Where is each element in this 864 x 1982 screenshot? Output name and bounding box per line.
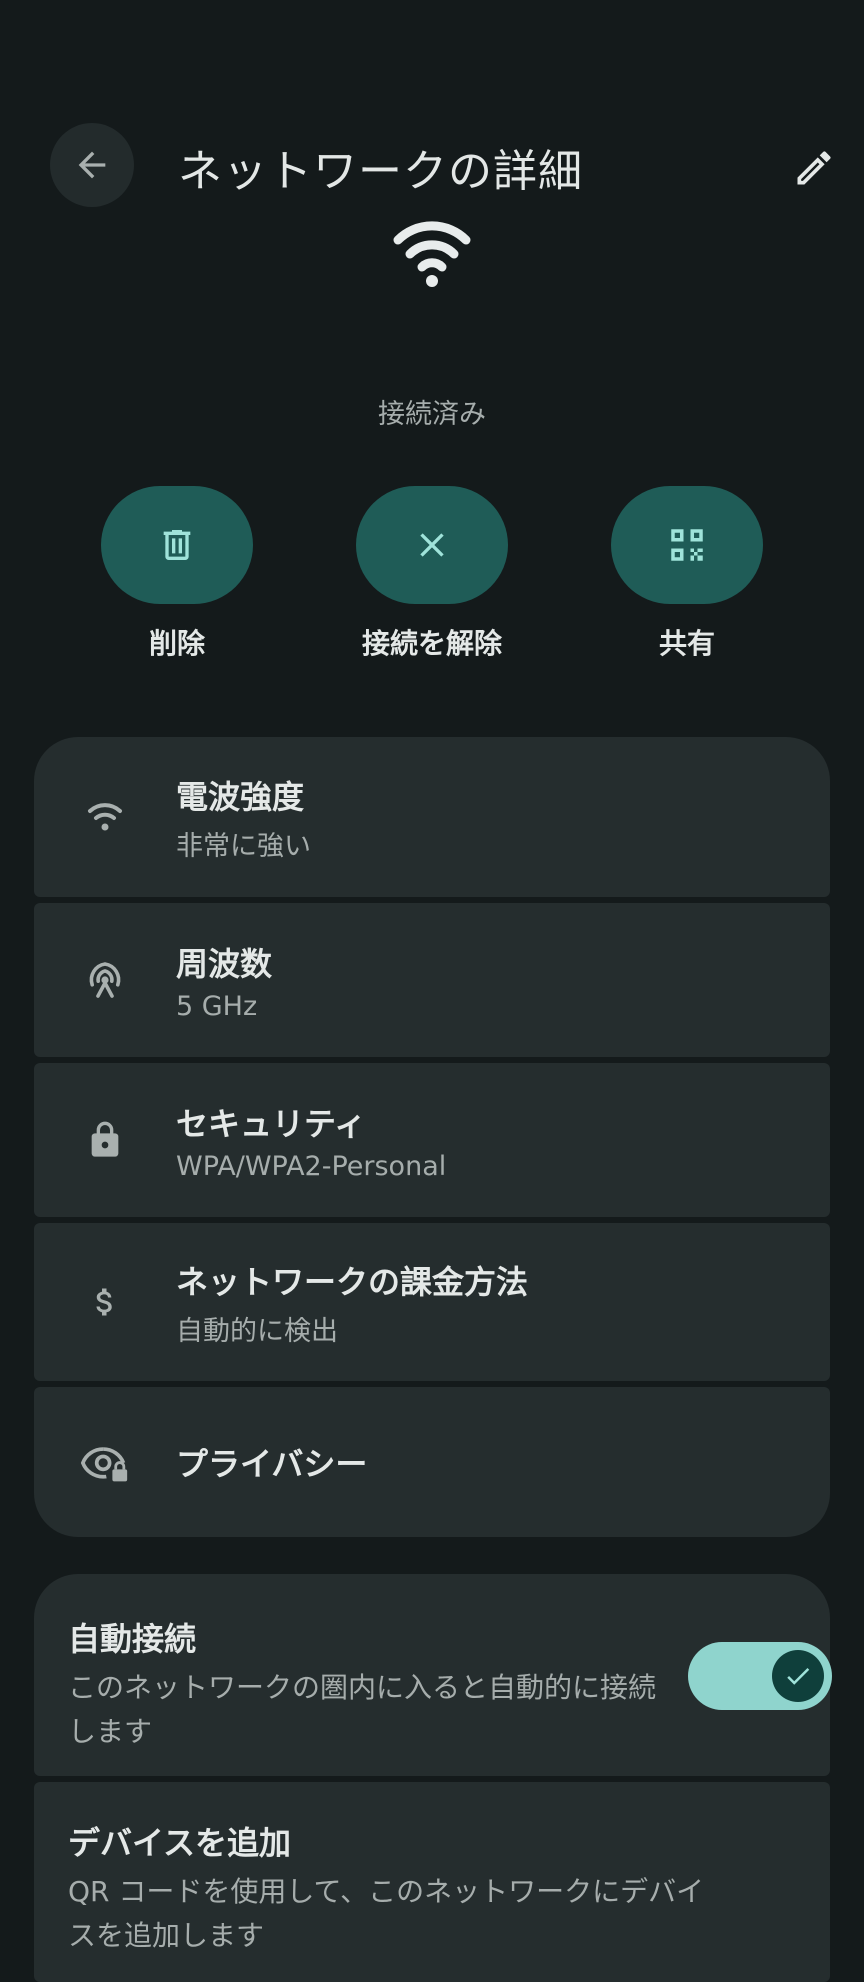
frequency-title: 周波数 xyxy=(176,944,273,983)
metered-row[interactable]: ネットワークの課金方法 自動的に検出 xyxy=(34,1223,830,1381)
auto-connect-description: このネットワークの圏内に入ると自動的に接続します xyxy=(68,1671,657,1748)
auto-connect-title: 自動接続 xyxy=(68,1620,197,1658)
add-device-description: QR コードを使用して、このネットワークにデバイスを追加します xyxy=(68,1875,705,1952)
disconnect-label: 接続を解除 xyxy=(361,627,502,660)
page-title: ネットワークの詳細 xyxy=(178,146,583,197)
connection-status: 接続済み xyxy=(378,399,486,430)
back-button[interactable] xyxy=(50,123,134,207)
signal-strength-row[interactable]: 電波強度 非常に強い xyxy=(34,737,830,897)
privacy-title: プライバシー xyxy=(176,1445,368,1483)
share-action[interactable]: 共有 xyxy=(611,486,763,662)
pencil-icon xyxy=(797,151,831,185)
close-icon xyxy=(420,533,444,557)
frequency-row[interactable]: 周波数 5 GHz xyxy=(34,903,830,1057)
disconnect-button[interactable] xyxy=(356,486,508,604)
antenna-icon xyxy=(89,962,121,998)
dollar-icon xyxy=(96,1288,112,1316)
metered-title: ネットワークの課金方法 xyxy=(176,1262,529,1301)
frequency-value: 5 GHz xyxy=(176,990,258,1022)
delete-button[interactable] xyxy=(101,486,253,604)
edit-button[interactable] xyxy=(784,138,844,198)
delete-label: 削除 xyxy=(148,627,205,660)
check-icon xyxy=(787,1667,810,1685)
switch-thumb xyxy=(772,1650,824,1702)
eye-lock-icon xyxy=(81,1447,128,1482)
signal-strength-value: 非常に強い xyxy=(176,830,311,862)
signal-strength-title: 電波強度 xyxy=(176,777,305,816)
share-label: 共有 xyxy=(658,627,715,660)
share-button[interactable] xyxy=(611,486,763,604)
lock-icon xyxy=(91,1121,119,1157)
arrow-back-icon xyxy=(78,151,106,179)
disconnect-action[interactable]: 接続を解除 xyxy=(356,486,508,662)
wifi-icon xyxy=(393,221,471,287)
add-device-row[interactable]: デバイスを追加 QR コードを使用して、このネットワークにデバイスを追加します xyxy=(34,1782,830,1982)
trash-icon xyxy=(163,530,191,560)
qr-code-icon xyxy=(671,529,703,561)
security-value: WPA/WPA2-Personal xyxy=(176,1150,447,1182)
security-title: セキュリティ xyxy=(176,1104,367,1143)
add-device-title: デバイスを追加 xyxy=(68,1824,292,1862)
wifi-signal-icon xyxy=(88,803,122,831)
metered-value: 自動的に検出 xyxy=(176,1315,338,1347)
auto-connect-row[interactable]: 自動接続 このネットワークの圏内に入ると自動的に接続します xyxy=(34,1574,832,1776)
privacy-row[interactable]: プライバシー xyxy=(34,1387,830,1537)
security-row[interactable]: セキュリティ WPA/WPA2-Personal xyxy=(34,1063,830,1217)
delete-action[interactable]: 削除 xyxy=(101,486,253,662)
auto-connect-switch[interactable] xyxy=(688,1642,832,1710)
